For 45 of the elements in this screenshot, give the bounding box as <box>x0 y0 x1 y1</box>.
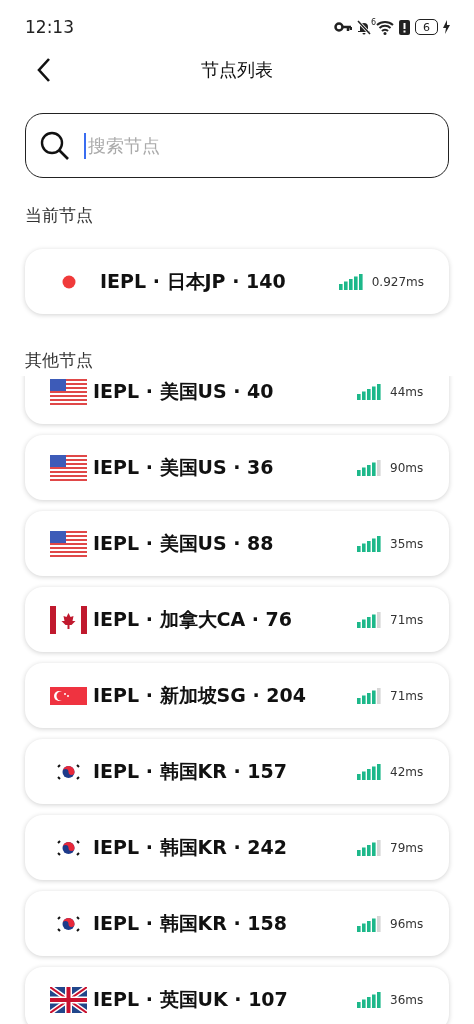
node-name: IEPL · 韩国KR · 158 <box>93 910 287 936</box>
battery-level: 6 <box>415 19 438 35</box>
node-card[interactable]: IEPL · 加拿大CA · 76 71ms <box>25 587 449 652</box>
node-name: IEPL · 新加坡SG · 204 <box>93 682 306 708</box>
page-title: 节点列表 <box>201 58 273 82</box>
node-card[interactable]: IEPL · 英国UK · 107 36ms <box>25 967 449 1024</box>
node-name: IEPL · 英国UK · 107 <box>93 986 288 1012</box>
latency: 71ms <box>390 688 424 703</box>
muted-bell-icon <box>357 19 371 35</box>
node-card[interactable]: IEPL · 韩国KR · 242 79ms <box>25 815 449 880</box>
node-name: IEPL · 美国US · 36 <box>93 454 274 480</box>
node-name: IEPL · 韩国KR · 157 <box>93 758 287 784</box>
node-card[interactable]: IEPL · 新加坡SG · 204 71ms <box>25 663 449 728</box>
search-input[interactable]: 搜索节点 <box>84 132 434 159</box>
latency: 90ms <box>390 460 424 475</box>
battery-alert-icon <box>399 19 410 35</box>
latency: 71ms <box>390 612 424 627</box>
latency: 96ms <box>390 916 424 931</box>
back-icon <box>37 57 51 83</box>
node-card[interactable]: IEPL · 日本JP · 140 0.927ms <box>25 249 449 314</box>
key-icon <box>334 22 352 32</box>
node-card[interactable]: IEPL · 美国US · 88 35ms <box>25 511 449 576</box>
node-name: IEPL · 日本JP · 140 <box>100 268 286 294</box>
wifi-label: 6 <box>371 17 377 27</box>
wifi-icon <box>376 19 394 35</box>
node-name: IEPL · 美国US · 88 <box>93 530 274 556</box>
clock: 12:13 <box>25 17 74 37</box>
latency: 79ms <box>390 840 424 855</box>
node-name: IEPL · 加拿大CA · 76 <box>93 606 293 632</box>
latency: 0.927ms <box>371 274 424 289</box>
latency: 42ms <box>390 764 424 779</box>
node-card[interactable]: IEPL · 韩国KR · 157 42ms <box>25 739 449 804</box>
latency: 35ms <box>390 536 424 551</box>
search-field[interactable]: 搜索节点 <box>25 113 449 178</box>
node-name: IEPL · 韩国KR · 242 <box>93 834 287 860</box>
section-title: 其他节点 <box>25 350 93 370</box>
node-name: IEPL · 美国US · 40 <box>93 378 274 404</box>
charging-icon <box>443 20 450 34</box>
node-card[interactable]: IEPL · 美国US · 36 90ms <box>25 435 449 500</box>
section-title: 当前节点 <box>25 205 93 225</box>
latency: 36ms <box>390 992 424 1007</box>
latency: 44ms <box>390 384 424 399</box>
search-icon <box>40 130 70 161</box>
node-card[interactable]: IEPL · 美国US · 40 44ms <box>25 376 449 424</box>
node-card[interactable]: IEPL · 韩国KR · 158 96ms <box>25 891 449 956</box>
